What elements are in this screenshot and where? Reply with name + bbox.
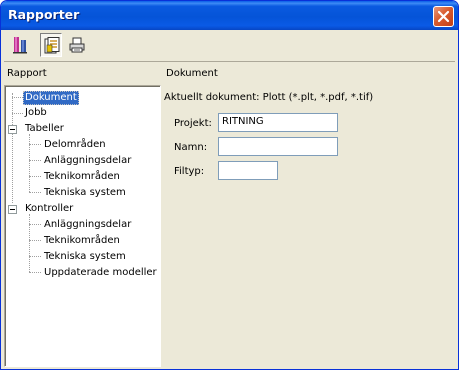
- tree-connector: [29, 134, 30, 192]
- tree-connector: [29, 144, 41, 145]
- tree-item-tekniska-system-kontroll[interactable]: Tekniska system: [43, 250, 127, 264]
- tree-connector: [29, 272, 41, 273]
- report-tool-button[interactable]: [9, 33, 31, 57]
- print-icon: [69, 37, 85, 53]
- report-tree[interactable]: Dokument Jobb Tabeller Delområden Anlägg…: [4, 85, 161, 367]
- window-title: Rapporter: [8, 7, 80, 22]
- document-list-button[interactable]: [40, 33, 62, 57]
- rapport-header: Rapport: [7, 68, 47, 79]
- tree-item-tabeller[interactable]: Tabeller: [24, 122, 65, 136]
- tree-connector: [29, 224, 41, 225]
- tree-item-teknikomraden[interactable]: Teknikområden: [43, 170, 121, 184]
- tree-connector: [29, 256, 41, 257]
- tree-item-anlaggningsdelar-kontroll[interactable]: Anläggningsdelar: [43, 218, 132, 232]
- filtyp-field[interactable]: [218, 161, 278, 180]
- tree-item-jobb[interactable]: Jobb: [24, 106, 48, 120]
- collapse-kontroller-icon[interactable]: [8, 205, 17, 214]
- collapse-tabeller-icon[interactable]: [8, 125, 17, 134]
- tree-connector: [12, 97, 23, 98]
- title-bar[interactable]: Rapporter: [1, 1, 458, 30]
- close-button[interactable]: [433, 6, 454, 27]
- report-tool-icon: [13, 37, 27, 54]
- toolbar: [4, 30, 455, 62]
- tree-connector: [29, 192, 41, 193]
- tree-item-delomraden[interactable]: Delområden: [43, 138, 107, 152]
- dokument-header: Dokument: [166, 68, 218, 79]
- projekt-field[interactable]: RITNING: [218, 113, 338, 132]
- tree-item-teknikomraden-kontroll[interactable]: Teknikområden: [43, 234, 121, 248]
- tree-connector: [29, 160, 41, 161]
- namn-field[interactable]: [218, 137, 338, 156]
- tree-item-dokument[interactable]: Dokument: [23, 91, 79, 105]
- print-button[interactable]: [66, 33, 88, 57]
- tree-connector: [12, 113, 23, 114]
- projekt-label: Projekt:: [174, 118, 212, 129]
- current-document-label: Aktuellt dokument: Plott (*.plt, *.pdf, …: [164, 92, 374, 103]
- tree-item-anlaggningsdelar[interactable]: Anläggningsdelar: [43, 154, 132, 168]
- tree-connector: [29, 214, 30, 272]
- document-panel: Aktuellt dokument: Plott (*.plt, *.pdf, …: [163, 85, 455, 367]
- tree-item-tekniska-system[interactable]: Tekniska system: [43, 186, 127, 200]
- tree-connector: [12, 93, 13, 203]
- filtyp-label: Filtyp:: [174, 166, 205, 177]
- close-icon: [437, 10, 450, 23]
- tree-item-kontroller[interactable]: Kontroller: [24, 202, 74, 216]
- tree-connector: [29, 176, 41, 177]
- tree-item-uppdaterade-modeller[interactable]: Uppdaterade modeller: [43, 266, 158, 280]
- namn-label: Namn:: [174, 142, 208, 153]
- rapporter-window: Rapporter Rapport Dokument Dokument Jobb…: [0, 0, 459, 370]
- document-list-icon: [44, 37, 60, 54]
- tree-connector: [29, 240, 41, 241]
